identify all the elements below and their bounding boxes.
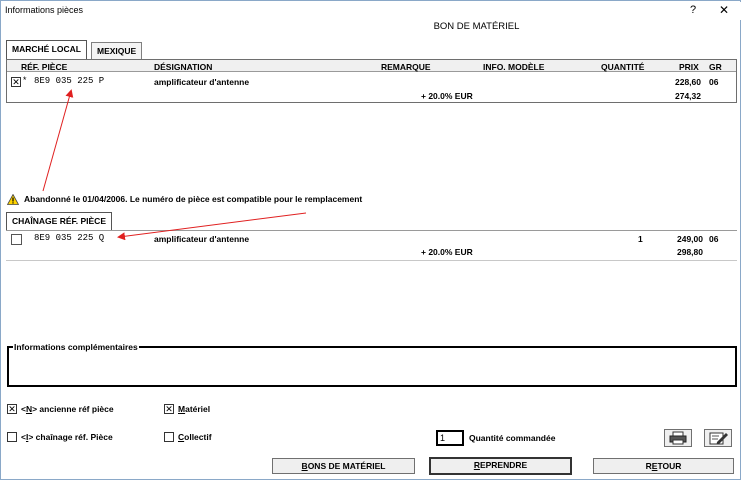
- edit-icon: [709, 432, 728, 445]
- info-complementaires-box[interactable]: [7, 346, 737, 387]
- collectif-post: ollectif: [184, 432, 212, 442]
- materiel-checkbox[interactable]: ✕: [164, 404, 174, 414]
- ancienne-ref-label: <N> ancienne réf pièce: [21, 404, 114, 414]
- chainage-label: <I> chaînage réf. Pièce: [21, 432, 113, 442]
- print-button[interactable]: [664, 429, 692, 447]
- arrow-to-old-ref: [42, 89, 74, 192]
- ancienne-ref-checkbox[interactable]: ✕: [7, 404, 17, 414]
- edit-button[interactable]: [704, 429, 732, 447]
- collectif-label: Collectif: [178, 432, 212, 442]
- reprendre-post: EPRENDRE: [479, 460, 528, 470]
- bons-de-materiel-button[interactable]: BONS DE MATÉRIEL: [272, 458, 415, 474]
- ancienne-ref-post: > ancienne réf pièce: [32, 404, 114, 414]
- retour-button[interactable]: RETOUR: [593, 458, 734, 474]
- printer-icon: [669, 431, 687, 445]
- chainage-checkbox[interactable]: [7, 432, 17, 442]
- parts-info-window: Informations pièces ? ✕ BON DE MATÉRIEL …: [0, 0, 741, 480]
- materiel-label: Matériel: [178, 404, 210, 414]
- collectif-checkbox[interactable]: [164, 432, 174, 442]
- arrow-to-new-ref: [117, 212, 307, 241]
- info-complementaires-label: Informations complémentaires: [13, 342, 139, 352]
- bons-post: ONS DE MATÉRIEL: [307, 461, 386, 471]
- quantity-label: Quantité commandée: [469, 433, 556, 443]
- chainage-post: > chaînage réf. Pièce: [28, 432, 113, 442]
- reprendre-button[interactable]: REPRENDRE: [429, 457, 572, 475]
- materiel-post: atériel: [185, 404, 211, 414]
- quantity-input[interactable]: 1: [436, 430, 464, 446]
- retour-post: TOUR: [657, 461, 682, 471]
